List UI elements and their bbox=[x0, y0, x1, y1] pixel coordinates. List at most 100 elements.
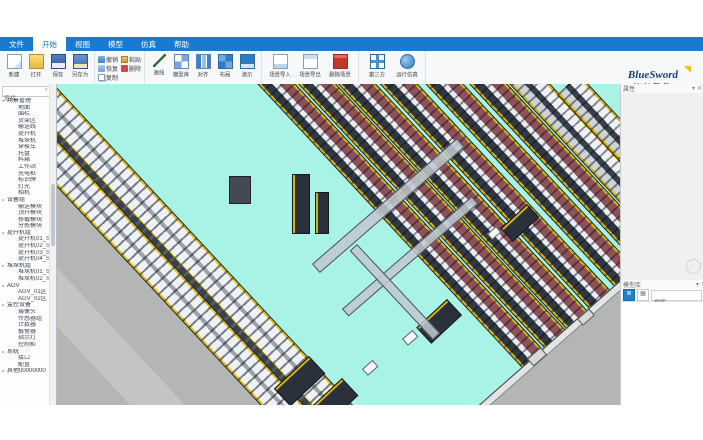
ribbon-button-icon bbox=[218, 54, 233, 69]
ribbon-group-edit: 撤销 恢复 复制 粘贴 删除 bbox=[95, 51, 145, 83]
ribbon-button[interactable]: 新建 bbox=[4, 53, 24, 79]
ribbon-button[interactable]: 布局 bbox=[215, 53, 235, 79]
tree-item[interactable]: 计数器 bbox=[0, 322, 50, 329]
tree-item[interactable]: ▸ 系统 bbox=[0, 349, 50, 356]
menu-tab[interactable]: 开始 bbox=[33, 37, 66, 51]
search-icon: ⌕ bbox=[45, 87, 48, 94]
tree-item[interactable]: 提升机02_SB bbox=[0, 243, 50, 250]
tree-expand-icon[interactable]: ▸ bbox=[3, 369, 7, 374]
tree-item[interactable]: 堆垛机 bbox=[0, 138, 50, 145]
ribbon-button-icon bbox=[273, 54, 288, 69]
tree-item-label: 充电桩 bbox=[18, 171, 36, 178]
collapse-icon[interactable]: ▾ bbox=[692, 85, 695, 92]
tree-item[interactable]: 堆垛机01_SB bbox=[0, 269, 50, 276]
ribbon-small-label: 删除 bbox=[129, 64, 141, 73]
tree-item[interactable]: 充电桩 bbox=[0, 171, 50, 178]
tree-expand-icon[interactable]: ▸ bbox=[3, 283, 7, 288]
tree-item-label: 计数器 bbox=[18, 322, 36, 329]
properties-panel-body bbox=[621, 93, 703, 280]
tree-item[interactable]: 接口 bbox=[0, 355, 50, 362]
tree-item[interactable]: 穿梭车 bbox=[0, 144, 50, 151]
tree-expand-icon[interactable]: ▸ bbox=[3, 264, 7, 269]
tree-item[interactable]: 摄像头 bbox=[0, 309, 50, 316]
tree-item[interactable]: 工作站 bbox=[0, 164, 50, 171]
tree-expand-icon[interactable]: ▸ bbox=[3, 349, 7, 354]
tree-item[interactable]: ▸ 提升机组 bbox=[0, 230, 50, 237]
tree-item[interactable]: 提升机01_SB bbox=[0, 236, 50, 243]
tree-item-label: 堆垛机组 bbox=[7, 263, 31, 270]
ribbon-button[interactable]: 删除场景 bbox=[326, 53, 354, 79]
ribbon-button[interactable]: 场景导出 bbox=[296, 53, 324, 79]
tree-expand-icon[interactable]: ▾ bbox=[3, 99, 7, 104]
sidebar-scrollbar-thumb[interactable] bbox=[51, 184, 55, 246]
tree-expand-icon[interactable]: ▸ bbox=[3, 303, 7, 308]
library-title: 模型库 bbox=[623, 280, 641, 289]
tree-item[interactable]: 堆垛机02_SB bbox=[0, 276, 50, 283]
ribbon-button[interactable]: 第三方 bbox=[363, 53, 391, 79]
ribbon-small-button[interactable]: 粘贴 bbox=[121, 55, 141, 64]
tree-item[interactable]: ▸ 监控设备 bbox=[0, 302, 50, 309]
tree-item[interactable]: 提升机04_SB bbox=[0, 256, 50, 263]
menu-tab[interactable]: 帮助 bbox=[165, 37, 198, 51]
scene-shuttle-cart bbox=[362, 360, 378, 376]
tree-item[interactable]: 货架区 bbox=[0, 118, 50, 125]
ribbon-small-button[interactable]: 删除 bbox=[121, 64, 141, 73]
tree-expand-icon[interactable]: ▸ bbox=[3, 198, 7, 203]
tree-item[interactable]: 顶升模块 bbox=[0, 210, 50, 217]
tree-item[interactable]: 料箱 bbox=[0, 157, 50, 164]
tree-item[interactable]: 灯光 bbox=[0, 184, 50, 191]
ribbon-button-label: 画线 bbox=[154, 68, 165, 76]
ribbon-button[interactable]: 打开 bbox=[26, 53, 46, 79]
menu-tab[interactable]: 视图 bbox=[66, 37, 99, 51]
tree-item[interactable]: ▸ 堆垛机组 bbox=[0, 263, 50, 270]
ribbon-button[interactable]: 运行仿真 bbox=[393, 53, 421, 79]
tree-item[interactable]: 分拣模块 bbox=[0, 223, 50, 230]
ribbon-button[interactable]: 对齐 bbox=[193, 53, 213, 79]
close-icon[interactable]: ✕ bbox=[697, 85, 702, 92]
tree-item[interactable]: 围栏 bbox=[0, 111, 50, 118]
tree-item[interactable]: 相机 bbox=[0, 190, 50, 197]
tree-item[interactable]: 传感器组 bbox=[0, 316, 50, 323]
grid-view-button[interactable]: ▦ bbox=[637, 289, 649, 301]
tree-item[interactable]: ▸ 其他00000000 bbox=[0, 368, 50, 375]
ribbon-small-button[interactable]: 恢复 bbox=[98, 64, 118, 73]
ribbon-button[interactable]: 模型库 bbox=[171, 53, 191, 79]
tree-expand-icon[interactable]: ▸ bbox=[3, 231, 7, 236]
ribbon-button[interactable]: 画线 bbox=[149, 53, 169, 77]
ribbon-button[interactable]: 场景导入 bbox=[266, 53, 294, 79]
ribbon-button[interactable]: 演示 bbox=[237, 53, 257, 79]
tree-item[interactable]: 控制柜 bbox=[0, 342, 50, 349]
tree-item[interactable]: ▸ 设备组 bbox=[0, 197, 50, 204]
tree-item[interactable]: 指示灯 bbox=[0, 335, 50, 342]
tree-item[interactable]: 托盘 bbox=[0, 151, 50, 158]
tree-item[interactable]: 报警器 bbox=[0, 329, 50, 336]
tree-item[interactable]: 配置 bbox=[0, 362, 50, 369]
tree-item[interactable]: 移载模块 bbox=[0, 217, 50, 224]
library-search-box[interactable] bbox=[651, 290, 702, 301]
ribbon-button[interactable]: 另存为 bbox=[70, 53, 90, 79]
tree-search-box[interactable]: ⌕ bbox=[2, 86, 50, 97]
ribbon-group-draw: 画线 模型库 对齐 布局 演示 bbox=[145, 51, 262, 83]
tree-item[interactable]: ▸ AGV bbox=[0, 283, 50, 290]
list-view-button[interactable]: ≣ bbox=[623, 289, 635, 301]
ribbon-small-button[interactable]: 撤销 bbox=[98, 55, 118, 64]
3d-viewport[interactable] bbox=[57, 84, 620, 405]
tree-item[interactable]: 输送模块 bbox=[0, 204, 50, 211]
tree-item[interactable]: 标识牌 bbox=[0, 177, 50, 184]
tree-item-label: 输送模块 bbox=[18, 204, 42, 211]
tree-item[interactable]: AGV_01区 bbox=[0, 289, 50, 296]
ribbon-button[interactable]: 保存 bbox=[48, 53, 68, 79]
sidebar-scrollbar[interactable] bbox=[49, 84, 56, 405]
menu-tab[interactable]: 模型 bbox=[99, 37, 132, 51]
tree-item[interactable]: AGV_02区 bbox=[0, 296, 50, 303]
tree-item[interactable]: ▾ 场景管理 bbox=[0, 98, 50, 105]
tree-item[interactable]: 提升机 bbox=[0, 131, 50, 138]
menu-tab[interactable]: 仿真 bbox=[132, 37, 165, 51]
ribbon-small-button[interactable]: 复制 bbox=[98, 73, 118, 82]
tree-item[interactable]: 提升机03_SB bbox=[0, 250, 50, 257]
tree-item[interactable]: 输送线 bbox=[0, 124, 50, 131]
collapse-icon[interactable]: ▾ bbox=[696, 281, 699, 288]
ribbon-button-label: 删除场景 bbox=[329, 70, 351, 78]
tree-item[interactable]: 地面 bbox=[0, 105, 50, 112]
menu-tab[interactable]: 文件 bbox=[0, 37, 33, 51]
